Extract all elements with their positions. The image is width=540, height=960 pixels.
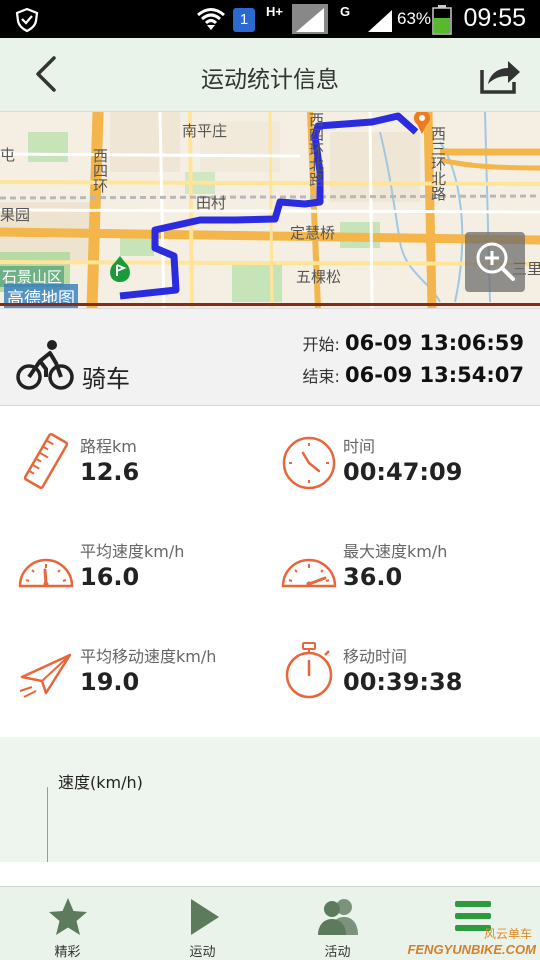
bottom-nav: 精彩 运动 活动 风云单车 FENGYUNBIKE.COM [0,886,540,960]
wifi-icon [197,8,225,30]
speedometer-icon [281,558,337,588]
shield-icon [15,7,39,33]
network-type: H+ [266,4,283,19]
stat-distance: 路程km 12.6 [0,407,260,507]
activity-type: 骑车 [82,365,130,393]
speedometer-icon [18,558,74,588]
start-time-row: 开始: 06-09 13:06:59 [303,331,524,355]
signal-strength-icon [368,10,392,32]
stat-label: 最大速度km/h [343,542,448,561]
nav-label: 活动 [324,945,351,960]
ruler-icon [23,432,69,490]
start-time-value: 06-09 13:06:59 [345,331,524,355]
stat-avg-speed: 平均速度km/h 16.0 [0,512,260,612]
map-label-nanpingzhuang: 南平庄 [182,122,228,140]
share-icon[interactable] [476,56,522,96]
stat-label: 平均移动速度km/h [80,647,217,666]
people-icon [317,899,358,935]
stat-value: 12.6 [80,458,140,486]
stat-label: 移动时间 [343,647,408,666]
map-label-dinghuiqiao: 定慧桥 [290,224,336,242]
battery-percent: 63% [397,9,432,28]
title-bar: 运动统计信息 [0,38,540,112]
star-icon [48,898,87,935]
map-label-xisihuan-bei: 西四环北路 [307,112,325,187]
end-time-value: 06-09 13:54:07 [345,363,524,387]
stat-value: 00:47:09 [343,458,463,486]
map-divider [0,303,540,306]
stat-moving-time: 移动时间 00:39:38 [263,617,523,717]
signal-icon [292,4,328,34]
map-label-xisihuan: 西四环 [91,148,109,193]
spacer [0,862,540,886]
nav-label: 运动 [189,945,216,960]
stat-avg-moving-speed: 平均移动速度km/h 19.0 [0,617,260,717]
stat-value: 16.0 [80,563,140,591]
clock-icon [282,436,336,490]
watermark: FENGYUNBIKE.COM [407,942,536,957]
network-type-2: G [340,4,351,19]
activity-summary: 骑车 开始: 06-09 13:06:59 结束: 06-09 13:54:07 [0,308,540,406]
nav-item-events[interactable]: 活动 [270,887,405,960]
map-label-wukesong: 五棵松 [296,268,342,286]
stat-value: 36.0 [343,563,403,591]
watermark-cn: 风云单车 [483,927,532,941]
speed-chart: 速度(km/h) [0,737,540,862]
nav-label: 精彩 [54,945,81,960]
stat-label: 平均速度km/h [80,542,185,561]
end-time-label: 结束: [302,367,340,386]
map-label-tiancun: 田村 [196,194,227,212]
battery-icon [432,5,452,35]
page-title: 运动统计信息 [201,67,339,93]
sim-badge: 1 [233,8,255,32]
stat-label: 时间 [343,437,376,456]
map-label-guoyuan: 果园 [0,206,31,224]
paper-plane-icon [19,653,72,698]
map-label-xisanhuan-bei: 西三环北路 [429,126,447,201]
start-time-label: 开始: [302,335,340,354]
nav-item-highlights[interactable]: 精彩 [0,887,135,960]
chart-y-axis [47,787,48,862]
stat-value: 19.0 [80,668,140,696]
clock-time: 09:55 [463,4,526,32]
zoom-in-icon [476,242,515,281]
end-time-row: 结束: 06-09 13:54:07 [303,363,524,387]
route-map[interactable]: 屯 南平庄 西四环 西四环北路 西三环北路 果园 田村 定慧桥 五棵松 三里 石… [0,112,540,308]
zoom-in-button[interactable] [465,232,525,292]
chart-y-label: 速度(km/h) [58,773,143,792]
bicycle-icon [16,340,74,390]
stat-value: 00:39:38 [343,668,463,696]
play-icon [190,899,219,935]
map-label-dian: 屯 [0,146,16,164]
stat-max-speed: 最大速度km/h 36.0 [263,512,523,612]
stat-duration: 时间 00:47:09 [263,407,523,507]
stat-label: 路程km [80,437,137,456]
map-canvas [0,112,540,308]
stopwatch-icon [285,642,333,699]
stats-grid: 路程km 12.6 时间 00:47:09 平均速度km/h 16.0 最大速度… [0,407,540,737]
nav-item-sport[interactable]: 运动 [135,887,270,960]
status-bar: 1 H+ G 63% 09:55 [0,0,540,38]
